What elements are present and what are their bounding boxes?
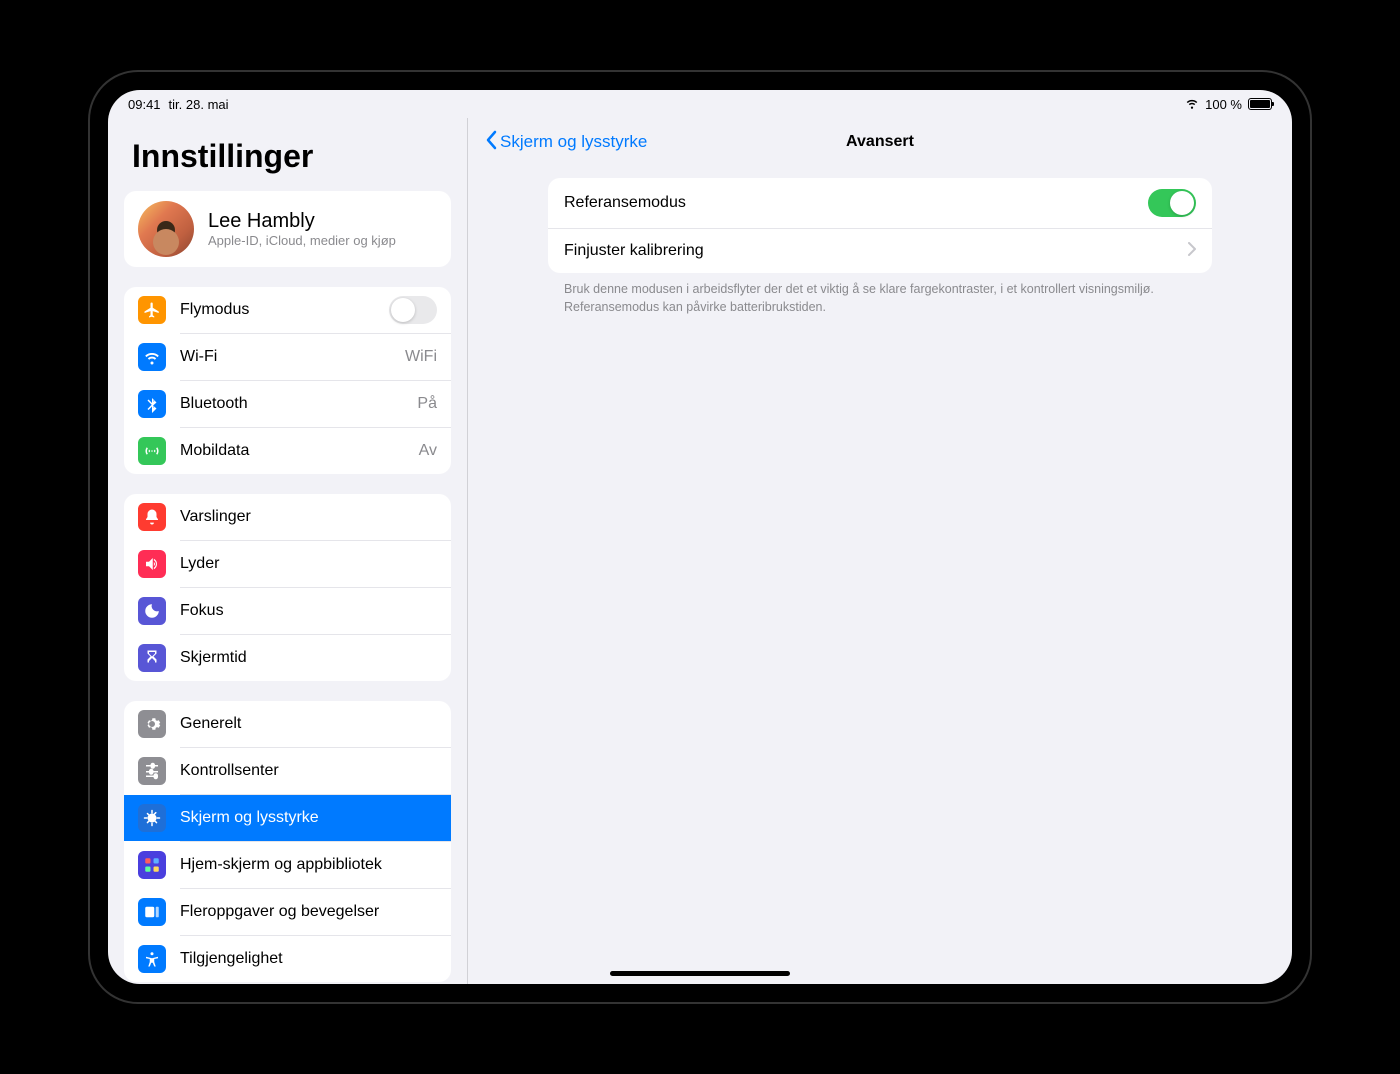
general-label: Generelt bbox=[180, 715, 437, 733]
status-right: 100 % bbox=[1185, 96, 1272, 113]
brightness-icon bbox=[138, 804, 166, 832]
profile-section: Lee Hambly Apple-ID, iCloud, medier og k… bbox=[124, 191, 451, 267]
notifications-label: Varslinger bbox=[180, 508, 437, 526]
focus-row[interactable]: Fokus bbox=[124, 588, 451, 634]
connectivity-section: Flymodus Wi-Fi WiFi bbox=[124, 287, 451, 474]
reference-mode-section: Referansemodus Finjuster kalibrering bbox=[548, 178, 1212, 273]
hourglass-icon bbox=[138, 644, 166, 672]
airplane-mode-row[interactable]: Flymodus bbox=[124, 287, 451, 333]
apple-id-row[interactable]: Lee Hambly Apple-ID, iCloud, medier og k… bbox=[124, 191, 451, 267]
display-brightness-row[interactable]: Skjerm og lysstyrke bbox=[124, 795, 451, 841]
reference-mode-toggle[interactable] bbox=[1148, 189, 1196, 217]
moon-icon bbox=[138, 597, 166, 625]
multitasking-label: Fleroppgaver og bevegelser bbox=[180, 903, 437, 921]
screen: 09:41 tir. 28. mai 100 % Innstillinger bbox=[108, 90, 1292, 984]
status-date: tir. 28. mai bbox=[169, 97, 229, 112]
profile-name: Lee Hambly bbox=[208, 210, 396, 233]
cellular-label: Mobildata bbox=[180, 442, 405, 460]
focus-label: Fokus bbox=[180, 602, 437, 620]
reference-mode-row[interactable]: Referansemodus bbox=[548, 178, 1212, 228]
display-label: Skjerm og lysstyrke bbox=[180, 809, 437, 827]
ipad-device-frame: 09:41 tir. 28. mai 100 % Innstillinger bbox=[90, 72, 1310, 1002]
settings-title: Innstillinger bbox=[132, 138, 451, 175]
wifi-settings-icon bbox=[138, 343, 166, 371]
airplane-toggle[interactable] bbox=[389, 296, 437, 324]
content-split: Innstillinger Lee Hambly Apple-ID, iClou… bbox=[108, 118, 1292, 984]
wifi-value: WiFi bbox=[405, 348, 437, 366]
chevron-right-icon bbox=[1188, 242, 1196, 261]
fine-tune-label: Finjuster kalibrering bbox=[564, 242, 704, 260]
bluetooth-value: På bbox=[417, 395, 437, 413]
general-section: Generelt Kontrollsenter Skje bbox=[124, 701, 451, 982]
back-label: Skjerm og lysstyrke bbox=[500, 132, 647, 152]
detail-header: Skjerm og lysstyrke Avansert bbox=[468, 118, 1292, 166]
battery-percentage: 100 % bbox=[1205, 97, 1242, 112]
gear-icon bbox=[138, 710, 166, 738]
detail-pane: Skjerm og lysstyrke Avansert Referansemo… bbox=[468, 118, 1292, 984]
detail-title: Avansert bbox=[846, 133, 914, 151]
general-row[interactable]: Generelt bbox=[124, 701, 451, 747]
bluetooth-label: Bluetooth bbox=[180, 395, 403, 413]
home-indicator[interactable] bbox=[610, 971, 790, 976]
cellular-row[interactable]: Mobildata Av bbox=[124, 428, 451, 474]
bell-icon bbox=[138, 503, 166, 531]
multitasking-row[interactable]: Fleroppgaver og bevegelser bbox=[124, 889, 451, 935]
chevron-left-icon bbox=[484, 130, 498, 155]
control-center-label: Kontrollsenter bbox=[180, 762, 437, 780]
avatar bbox=[138, 201, 194, 257]
home-screen-row[interactable]: Hjem-skjerm og appbibliotek bbox=[124, 842, 451, 888]
bluetooth-icon bbox=[138, 390, 166, 418]
screentime-label: Skjermtid bbox=[180, 649, 437, 667]
sliders-icon bbox=[138, 757, 166, 785]
grid-icon bbox=[138, 851, 166, 879]
status-bar: 09:41 tir. 28. mai 100 % bbox=[108, 90, 1292, 118]
notifications-row[interactable]: Varslinger bbox=[124, 494, 451, 540]
settings-sidebar[interactable]: Innstillinger Lee Hambly Apple-ID, iClou… bbox=[108, 118, 468, 984]
accessibility-row[interactable]: Tilgjengelighet bbox=[124, 936, 451, 982]
back-button[interactable]: Skjerm og lysstyrke bbox=[484, 130, 647, 155]
reference-mode-label: Referansemodus bbox=[564, 194, 686, 212]
sounds-label: Lyder bbox=[180, 555, 437, 573]
detail-body: Referansemodus Finjuster kalibrering Bru… bbox=[468, 166, 1292, 336]
wifi-label: Wi-Fi bbox=[180, 348, 391, 366]
section-footer-text: Bruk denne modusen i arbeidsflyter der d… bbox=[548, 273, 1212, 324]
home-screen-label: Hjem-skjerm og appbibliotek bbox=[180, 856, 437, 874]
speaker-icon bbox=[138, 550, 166, 578]
wifi-icon bbox=[1185, 96, 1199, 113]
accessibility-label: Tilgjengelighet bbox=[180, 950, 437, 968]
screentime-row[interactable]: Skjermtid bbox=[124, 635, 451, 681]
bluetooth-row[interactable]: Bluetooth På bbox=[124, 381, 451, 427]
wifi-row[interactable]: Wi-Fi WiFi bbox=[124, 334, 451, 380]
cellular-value: Av bbox=[419, 442, 437, 460]
fine-tune-row[interactable]: Finjuster kalibrering bbox=[548, 229, 1212, 273]
battery-icon bbox=[1248, 98, 1272, 110]
accessibility-icon bbox=[138, 945, 166, 973]
sounds-row[interactable]: Lyder bbox=[124, 541, 451, 587]
profile-subtitle: Apple-ID, iCloud, medier og kjøp bbox=[208, 233, 396, 248]
notifications-section: Varslinger Lyder Fokus bbox=[124, 494, 451, 681]
status-time: 09:41 bbox=[128, 97, 161, 112]
airplane-icon bbox=[138, 296, 166, 324]
cellular-icon bbox=[138, 437, 166, 465]
airplane-label: Flymodus bbox=[180, 301, 375, 319]
profile-info: Lee Hambly Apple-ID, iCloud, medier og k… bbox=[208, 210, 396, 248]
control-center-row[interactable]: Kontrollsenter bbox=[124, 748, 451, 794]
status-left: 09:41 tir. 28. mai bbox=[128, 97, 229, 112]
multitasking-icon bbox=[138, 898, 166, 926]
